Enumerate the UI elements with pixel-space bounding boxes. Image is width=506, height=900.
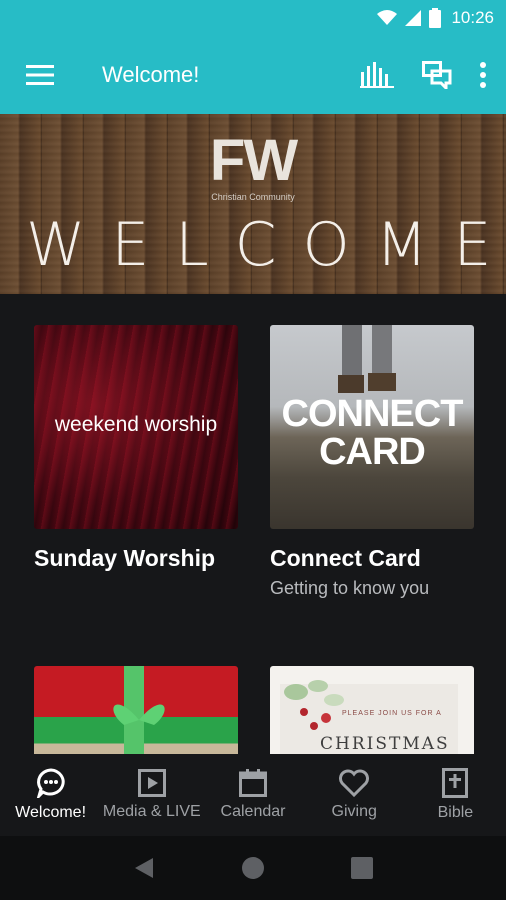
card-subtitle: Getting to know you [270,578,430,598]
back-icon[interactable] [133,856,155,880]
card-title: Connect Card [270,545,421,571]
card-sunday-worship[interactable]: weekend worship Sunday Worship [34,325,238,572]
thumbnail-text: CHRISTMAS [320,734,450,754]
content-grid: weekend worship Sunday Worship CONNECT C… [0,294,506,754]
nav-welcome[interactable]: Welcome! [0,754,101,836]
audio-bars-icon[interactable] [360,62,394,88]
app-bar: Welcome! [0,36,506,114]
thumbnail-text: CONNECT CARD [281,393,464,473]
hiker-legs-image [338,325,396,393]
welcome-banner: FW Christian Community WELCOME [0,114,506,294]
play-icon [137,769,166,797]
card-thumbnail [34,666,238,754]
berry-branch-image [284,680,344,730]
heart-icon [339,769,370,797]
chat-icon[interactable] [422,61,452,89]
system-navigation-bar [0,836,506,900]
status-bar: 10:26 [0,0,506,36]
page-title: Welcome! [102,62,200,87]
church-logo-subtitle: Christian Community [211,192,295,202]
calendar-icon [239,769,267,797]
card-connect-card[interactable]: CONNECT CARD Connect Card Getting to kno… [270,325,474,599]
card-title: Sunday Worship [34,545,216,571]
card-thumbnail: weekend worship [34,325,238,529]
nav-label: Giving [331,803,377,820]
church-logo: FW [209,128,298,193]
thumbnail-small-text: PLEASE JOIN US FOR A [342,710,442,717]
nav-media-live[interactable]: Media & LIVE [101,754,202,836]
wifi-icon [377,10,398,25]
chat-bubble-icon [36,768,65,798]
nav-calendar[interactable]: Calendar [202,754,303,836]
app-bar-actions [360,61,486,89]
home-icon[interactable] [241,856,265,880]
status-icons [377,8,442,28]
status-time: 10:26 [451,8,494,27]
card-gift[interactable] [34,666,238,754]
overflow-menu-icon[interactable] [480,62,486,88]
nav-label: Media & LIVE [102,803,201,820]
nav-label: Welcome! [15,804,87,821]
card-thumbnail: PLEASE JOIN US FOR A CHRISTMAS [270,666,474,754]
signal-icon [405,10,422,26]
thumbnail-text: weekend worship [54,413,218,436]
nav-label: Bible [437,804,474,821]
nav-label: Calendar [220,803,286,820]
recents-icon[interactable] [351,857,373,879]
nav-giving[interactable]: Giving [304,754,405,836]
nav-bible[interactable]: Bible [405,754,506,836]
bible-icon [442,768,469,798]
menu-button[interactable] [0,36,80,114]
card-thumbnail: CONNECT CARD [270,325,474,529]
ribbon-bow-icon [113,704,165,725]
hamburger-icon [26,65,54,85]
battery-icon [429,8,442,28]
card-christmas[interactable]: PLEASE JOIN US FOR A CHRISTMAS [270,666,474,754]
welcome-heading: WELCOME [26,210,506,280]
bottom-navigation: Welcome! Media & LIVE Calendar Giving Bi… [0,754,506,836]
